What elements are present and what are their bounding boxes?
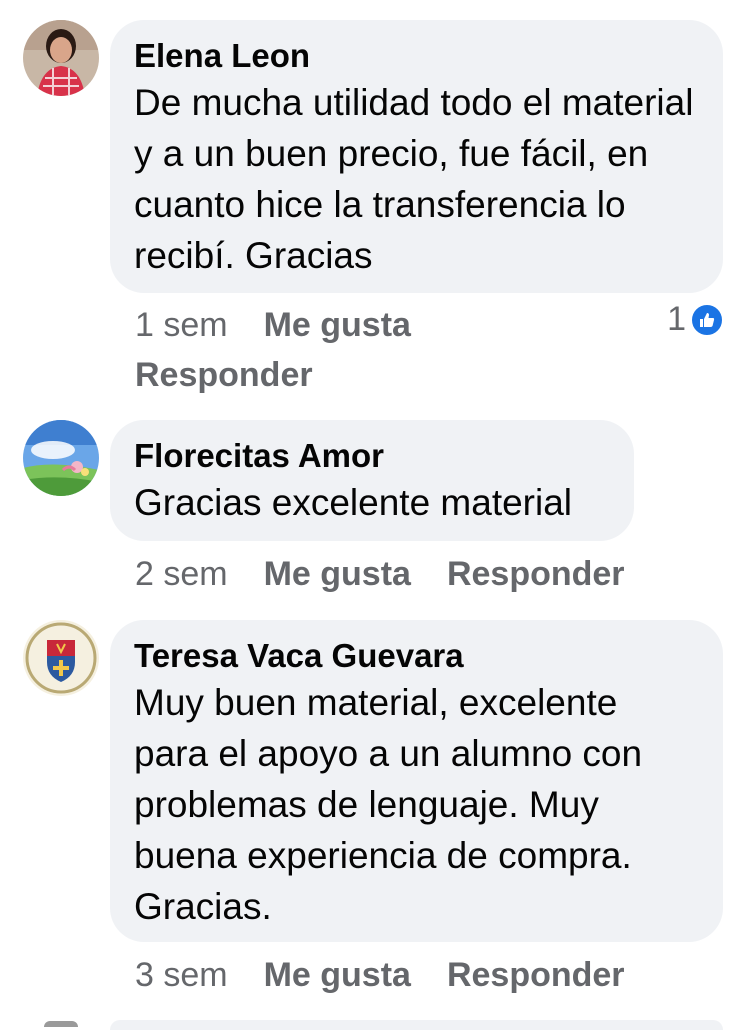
comment-text: De mucha utilidad todo el material y a u… [134, 82, 694, 276]
next-avatar-peek [44, 1021, 78, 1027]
avatar[interactable] [23, 20, 99, 96]
user-photo-avatar [23, 20, 99, 96]
avatar[interactable] [23, 620, 99, 696]
comment-actions: 1 sem Me gusta Responder [135, 302, 555, 398]
like-button[interactable]: Me gusta [264, 302, 411, 348]
reply-button[interactable]: Responder [447, 551, 625, 597]
like-button[interactable]: Me gusta [264, 952, 411, 998]
comment-bubble: Elena Leon De mucha utilidad todo el mat… [110, 20, 723, 293]
like-button[interactable]: Me gusta [264, 551, 411, 597]
comment-author[interactable]: Elena Leon [134, 37, 699, 75]
reaction-count: 1 [667, 300, 686, 338]
reaction-summary[interactable]: 1 [667, 300, 724, 339]
comment-author[interactable]: Florecitas Amor [134, 437, 610, 475]
thumbs-up-icon [690, 302, 724, 337]
reply-button[interactable]: Responder [135, 352, 313, 398]
comment-actions: 3 sem Me gusta Responder [135, 952, 735, 998]
landscape-avatar [23, 420, 99, 496]
comment-text: Muy buen material, excelente para el apo… [134, 682, 643, 927]
comment-text: Gracias excelente material [134, 482, 573, 523]
comment-bubble: Teresa Vaca Guevara Muy buen material, e… [110, 620, 723, 942]
comment-bubble: Florecitas Amor Gracias excelente materi… [110, 420, 634, 541]
comment-timestamp[interactable]: 2 sem [135, 551, 228, 597]
reply-button[interactable]: Responder [447, 952, 625, 998]
comment-timestamp[interactable]: 1 sem [135, 302, 228, 348]
avatar[interactable] [23, 420, 99, 496]
school-crest-avatar [23, 620, 99, 696]
next-comment-peek [110, 1020, 723, 1030]
comment-actions: 2 sem Me gusta Responder [135, 551, 735, 597]
comment-author[interactable]: Teresa Vaca Guevara [134, 637, 699, 675]
comment-timestamp[interactable]: 3 sem [135, 952, 228, 998]
